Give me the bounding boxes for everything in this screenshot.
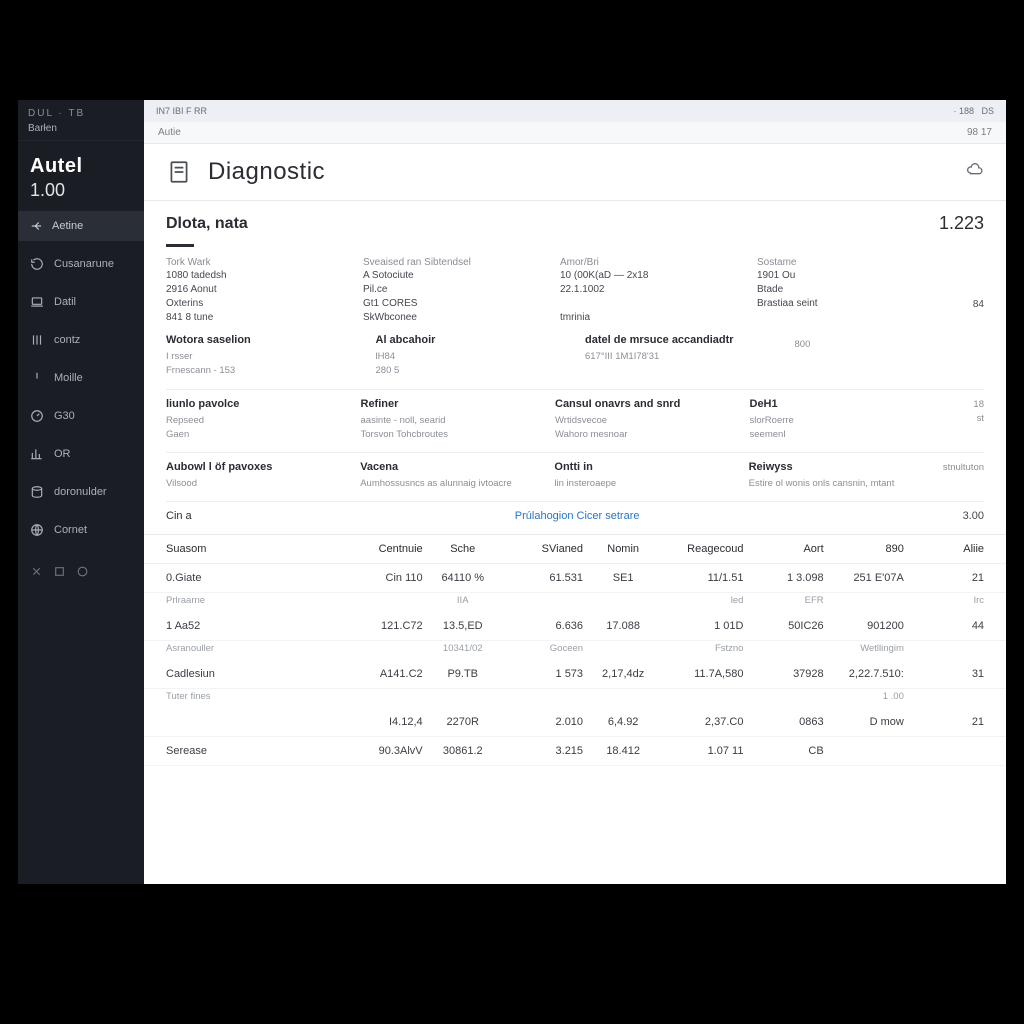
sidebar-item-label: doronulder <box>54 486 107 498</box>
group-heading: Refiner <box>361 398 536 410</box>
page-title: Diagnostic <box>208 158 325 186</box>
sidebar-item-label: Moille <box>54 372 83 384</box>
group-heading: Al abcahoir <box>376 334 566 346</box>
sidebar-status: DUL · TB Barłen <box>18 100 144 141</box>
info-group: Aubowl l öf pavoxesVilsoodVacenaAumhossu… <box>144 453 1006 491</box>
sidebar-item-label: OR <box>54 448 71 460</box>
sub-header: Autie 98 17 <box>144 122 1006 144</box>
settings-icon[interactable] <box>30 565 43 578</box>
subheader-right: 98 17 <box>967 127 992 138</box>
info-group: Wotora saselionI rsserFrnescann - 153Al … <box>144 326 1006 379</box>
data-table: Suasom Centnuie Sche SVianed Nomin Reage… <box>144 534 1006 766</box>
group-heading: Wotora saselion <box>166 334 356 346</box>
document-icon <box>166 159 192 185</box>
group-heading: datel de mrsuce accandiadtr <box>585 334 775 346</box>
gauge-icon <box>30 409 44 423</box>
globe-icon <box>30 523 44 537</box>
square-icon[interactable] <box>53 565 66 578</box>
sidebar-item-label: contz <box>54 334 80 346</box>
group-heading: CansuI onavrs and snrd <box>555 398 730 410</box>
table-row[interactable]: 1 Aa52121.C7213.5,ED6.63617.0881 01D50IC… <box>144 612 1006 641</box>
group-heading: Vacena <box>360 461 534 473</box>
circle-icon[interactable] <box>76 565 89 578</box>
status-bar: IN7 IBI F RR · 188 DS <box>144 100 1006 122</box>
section-bar: Dlota, nata 1.223 <box>144 201 1006 240</box>
thermometer-icon <box>30 371 44 385</box>
subheader-left: Autie <box>158 127 181 138</box>
sidebar-item-or[interactable]: OR <box>18 441 144 467</box>
group-heading: DeH1 <box>750 398 925 410</box>
main-panel: IN7 IBI F RR · 188 DS Autie 98 17 Diagno… <box>144 100 1006 884</box>
group-heading: Ontti in <box>554 461 728 473</box>
table-header-row: Suasom Centnuie Sche SVianed Nomin Reage… <box>144 535 1006 564</box>
link-left: Cin a <box>166 510 192 522</box>
sidebar-item-contz[interactable]: contz <box>18 327 144 353</box>
details-row: Tork Wark 1080 tadedsh 2916 Aonut Oxteri… <box>166 257 984 326</box>
sliders-icon <box>30 333 44 347</box>
sidebar: DUL · TB Barłen Autel 1.00 Aetine Cusana… <box>18 100 144 884</box>
group-heading: Reiwyss <box>749 461 923 473</box>
title-bar: Diagnostic <box>144 144 1006 201</box>
sidebar-nav: Cusanarune Datil contz Moille G30 <box>18 241 144 553</box>
brand-name: Autel <box>30 155 132 178</box>
info-group: liunlo pavolceRepseedGaenRefineraasinte … <box>144 390 1006 443</box>
section-value: 1.223 <box>939 213 984 234</box>
sidebar-item-label: Cusanarune <box>54 258 114 270</box>
sidebar-item-g30[interactable]: G30 <box>18 403 144 429</box>
link-row: Cin a Prúlahogion Cicer setrare 3.00 <box>144 502 1006 528</box>
sidebar-item-label: Datil <box>54 296 76 308</box>
laptop-icon <box>30 295 44 309</box>
sidebar-item-cornet[interactable]: Cornet <box>18 517 144 543</box>
link-center[interactable]: Prúlahogion Cicer setrare <box>515 510 640 522</box>
bar-chart-icon <box>30 447 44 461</box>
sidebar-item-label: Cornet <box>54 524 87 536</box>
sidebar-item-datil[interactable]: Datil <box>18 289 144 315</box>
table-subrow: Asranouller10341/02GoceenFstznoWetllingi… <box>144 641 1006 660</box>
brand-version: 1.00 <box>30 180 132 201</box>
table-row[interactable]: CadlesiunA141.C2P9.TB1 5732,17,4dz11.7A,… <box>144 660 1006 689</box>
table-row[interactable]: I4.12,42270R2.0106,4.922,37.C00863D mow2… <box>144 708 1006 737</box>
table-subrow: Tuter fines1 .00 <box>144 689 1006 708</box>
back-arrow-icon <box>30 219 44 233</box>
table-subrow: PrlraarneIIAledEFRIrc <box>144 593 1006 612</box>
sidebar-item-label: G30 <box>54 410 75 422</box>
sidebar-item-doronulder[interactable]: doronulder <box>18 479 144 505</box>
app-screen: DUL · TB Barłen Autel 1.00 Aetine Cusana… <box>18 100 1006 884</box>
group-heading: Aubowl l öf pavoxes <box>166 461 340 473</box>
table-row[interactable]: Serease90.3AlvV30861.23.21518.4121.07 11… <box>144 737 1006 766</box>
table-row[interactable]: 0.GiateCin 11064110 %61.531SE111/1.511 3… <box>144 564 1006 593</box>
sidebar-item-moille[interactable]: Moille <box>18 365 144 391</box>
link-right: 3.00 <box>963 510 984 522</box>
device-frame: DUL · TB Barłen Autel 1.00 Aetine Cusana… <box>0 0 1024 1024</box>
database-icon <box>30 485 44 499</box>
status-left: IN7 IBI F RR <box>156 106 207 116</box>
group-heading: liunlo pavolce <box>166 398 341 410</box>
section-title: Dlota, nata <box>166 215 248 233</box>
sidebar-item-cusanarune[interactable]: Cusanarune <box>18 251 144 277</box>
refresh-icon <box>30 257 44 271</box>
brand-block: Autel 1.00 <box>18 141 144 211</box>
details-block: Tork Wark 1080 tadedsh 2916 Aonut Oxteri… <box>144 247 1006 326</box>
sidebar-active-label: Aetine <box>52 220 83 232</box>
sidebar-bottom-icons <box>18 557 144 586</box>
status-right: · 188 DS <box>953 106 994 116</box>
cloud-icon <box>966 161 984 179</box>
sidebar-status-line2: Barłen <box>28 123 134 134</box>
sidebar-active-item[interactable]: Aetine <box>18 211 144 241</box>
title-right[interactable] <box>966 161 984 184</box>
sidebar-status-line1: DUL · TB <box>28 108 134 119</box>
